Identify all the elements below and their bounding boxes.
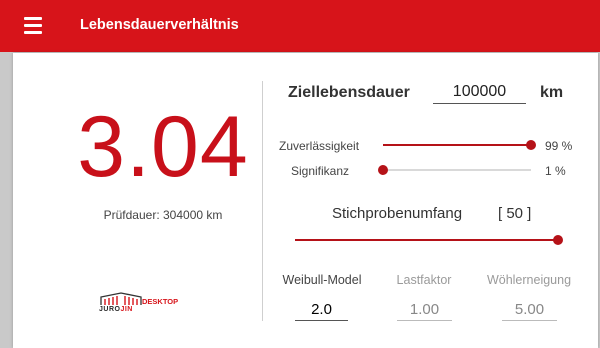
target-life-input[interactable] bbox=[433, 80, 526, 104]
significance-value: 1 % bbox=[545, 164, 566, 178]
jurojin-desktop-logo: JUROJIN DESKTOP bbox=[99, 292, 199, 322]
reliability-label: Zuverlässigkeit bbox=[279, 139, 360, 153]
significance-slider[interactable] bbox=[378, 163, 531, 177]
test-duration-text: Prüfdauer: 304000 km bbox=[103, 208, 223, 222]
target-life-unit: km bbox=[540, 84, 564, 101]
sample-size-slider[interactable] bbox=[295, 233, 563, 247]
vertical-divider bbox=[262, 81, 263, 321]
significance-slider-thumb[interactable] bbox=[378, 165, 388, 175]
load-factor-label: Lastfaktor bbox=[396, 273, 452, 287]
sample-size-value: [ 50 ] bbox=[498, 205, 532, 222]
significance-label: Signifikanz bbox=[291, 164, 350, 178]
reliability-slider[interactable] bbox=[383, 138, 536, 152]
calculator-card: 3.04 Prüfdauer: 304000 km JUROJIN DESKTO… bbox=[13, 53, 598, 348]
woehler-slope-input[interactable] bbox=[502, 299, 557, 321]
weibull-model-label: Weibull-Model bbox=[282, 273, 362, 287]
target-life-label: Ziellebensdauer bbox=[288, 84, 410, 101]
hamburger-menu-icon[interactable] bbox=[24, 17, 48, 35]
weibull-model-input[interactable] bbox=[295, 299, 348, 321]
sample-size-slider-thumb[interactable] bbox=[553, 235, 563, 245]
reliability-value: 99 % bbox=[545, 139, 573, 153]
woehler-slope-label: Wöhlerneigung bbox=[486, 273, 572, 287]
load-factor-input[interactable] bbox=[397, 299, 452, 321]
app-bar: Lebensdauerverhältnis bbox=[0, 0, 600, 52]
ratio-value: 3.04 bbox=[77, 99, 249, 195]
reliability-slider-thumb[interactable] bbox=[526, 140, 536, 150]
app-title: Lebensdauerverhältnis bbox=[80, 17, 239, 33]
sample-size-label: Stichprobenumfang bbox=[332, 205, 463, 222]
